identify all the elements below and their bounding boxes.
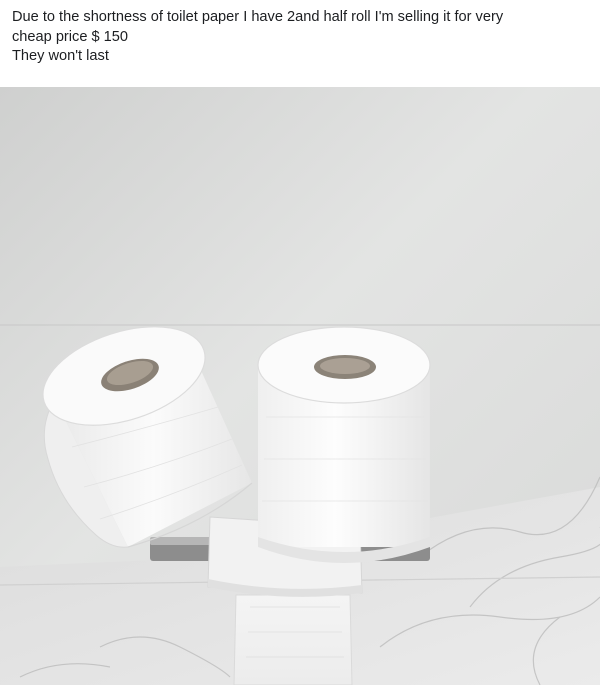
hanging-sheet — [233, 594, 353, 685]
post-text-line-2: cheap price $ 150 — [12, 28, 129, 45]
post-photo[interactable] — [0, 87, 600, 685]
post-text-line-1: Due to the shortness of toilet paper I h… — [12, 9, 504, 25]
right-roll — [257, 326, 431, 563]
post-text-line-3: They won't last — [12, 48, 109, 64]
post: Due to the shortness of toilet paper I h… — [0, 0, 600, 685]
post-text: Due to the shortness of toilet paper I h… — [12, 8, 592, 67]
